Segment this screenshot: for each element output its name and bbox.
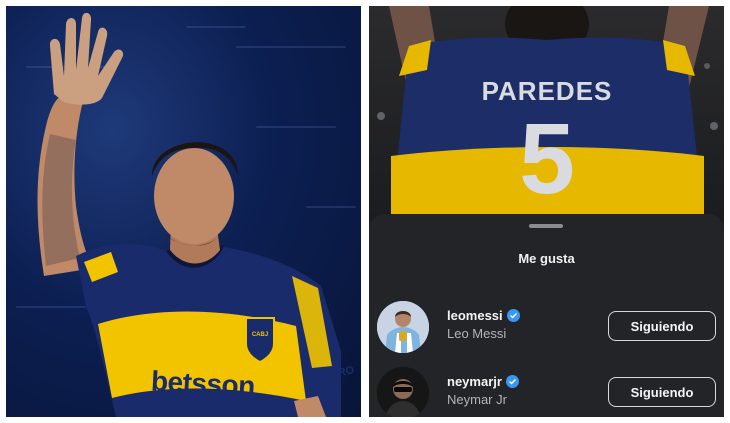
avatar[interactable]: [377, 367, 429, 417]
jersey-number: 5: [519, 103, 575, 215]
verified-badge-icon: [505, 375, 519, 388]
following-button[interactable]: Siguiendo: [608, 311, 716, 341]
player-photo: CABJ betsson CETRO: [6, 6, 361, 417]
full-name: Neymar Jr: [447, 392, 507, 407]
following-button[interactable]: Siguiendo: [608, 377, 716, 407]
sheet-title: Me gusta: [518, 251, 575, 266]
jersey-back-photo: PAREDES 5: [369, 6, 724, 221]
username[interactable]: neymarjr: [447, 374, 519, 389]
badge-text: CABJ: [251, 332, 269, 338]
avatar[interactable]: [377, 301, 429, 353]
full-name: Leo Messi: [447, 326, 507, 341]
username[interactable]: leomessi: [447, 308, 520, 323]
verified-badge-icon: [506, 309, 520, 322]
list-item-user[interactable]: neymarjr Neymar Jr Siguiendo: [369, 367, 724, 417]
sheet-drag-handle[interactable]: [529, 224, 563, 228]
list-item-user[interactable]: leomessi Leo Messi Siguiendo: [369, 301, 724, 357]
sponsor-logo-text: betsson: [150, 365, 256, 402]
likes-screenshot: PAREDES 5 Me gusta leomessi Leo Messi Si…: [369, 6, 724, 417]
likes-bottom-sheet: Me gusta leomessi Leo Messi Siguiendo ne…: [369, 214, 724, 417]
